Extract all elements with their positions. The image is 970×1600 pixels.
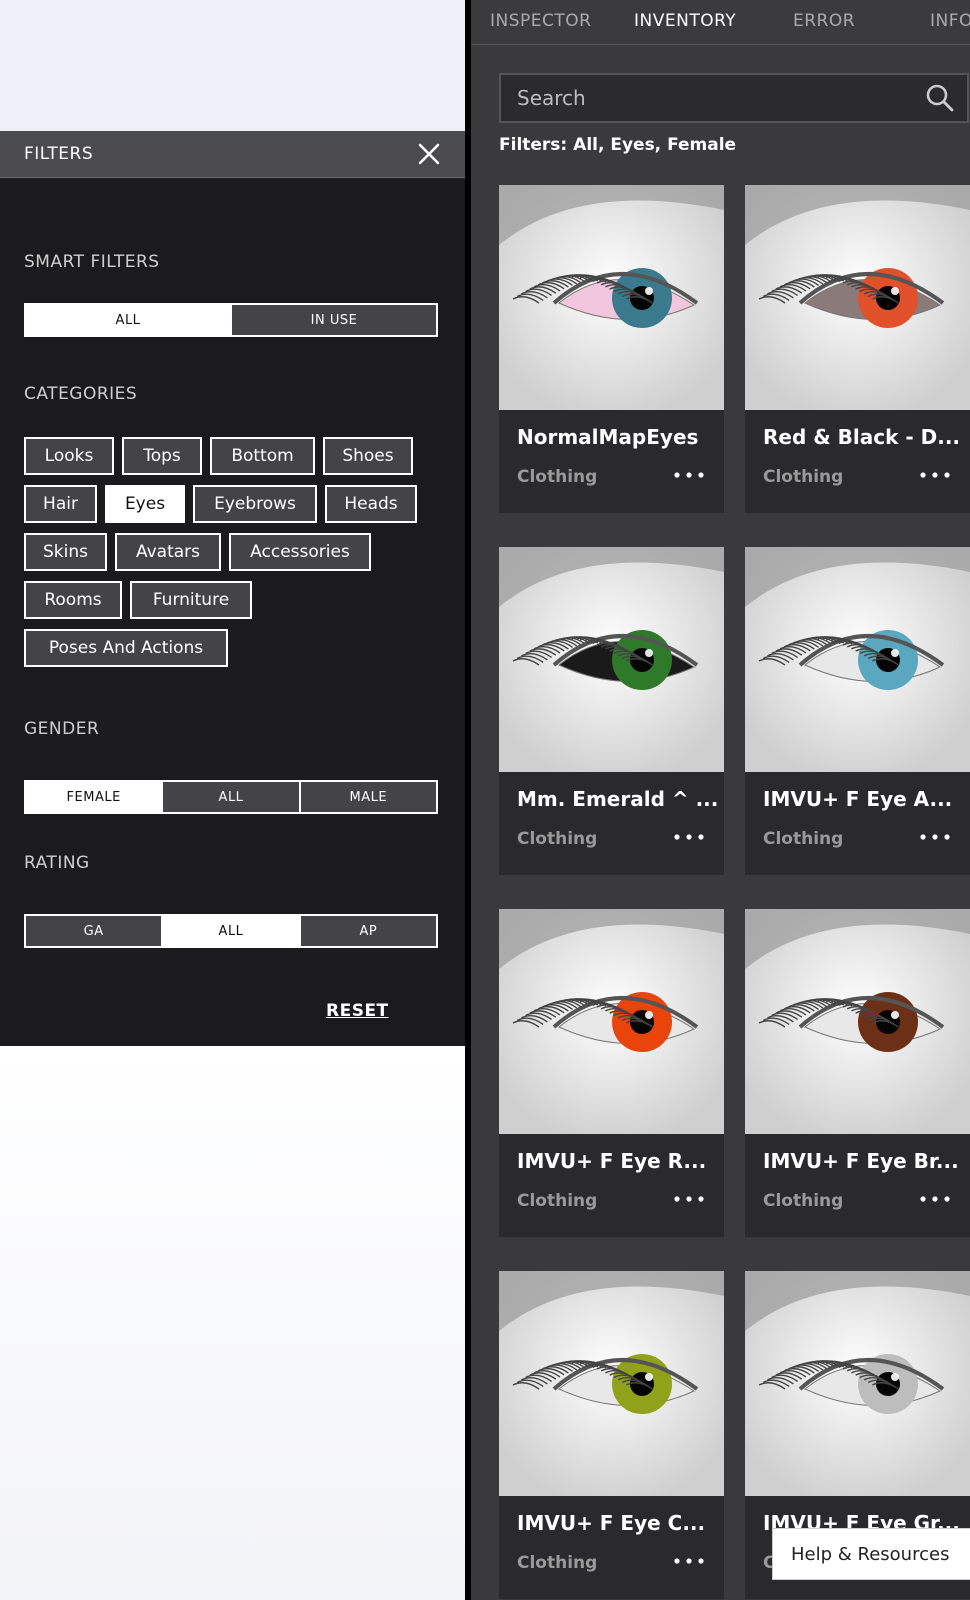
item-card[interactable]: Mm. Emerald ^ ... Clothing [499,547,724,875]
more-options-icon[interactable] [669,1551,709,1571]
smart-filter-option-in-use[interactable]: IN USE [230,305,436,335]
category-chip-heads[interactable]: Heads [325,485,417,523]
tab-inspector[interactable]: INSPECTOR [490,11,591,31]
gender-option-all[interactable]: ALL [161,782,299,812]
category-chip-accessories[interactable]: Accessories [229,533,371,571]
category-chip-bottom[interactable]: Bottom [210,437,315,475]
item-type: Clothing [763,467,844,487]
active-filters: Filters: All, Eyes, Female [499,135,736,155]
tab-info[interactable]: INFO [930,11,970,31]
categories-label: CATEGORIES [24,384,138,404]
eye-thumbnail [745,185,970,410]
more-options-icon[interactable] [915,1189,955,1209]
item-card[interactable]: IMVU+ F Eye Br... Clothing [745,909,970,1237]
gender-option-male[interactable]: MALE [298,782,436,812]
item-name: NormalMapEyes [517,425,699,449]
category-chip-hair[interactable]: Hair [24,485,97,523]
item-type: Clothing [763,1191,844,1211]
eye-thumbnail [499,185,724,410]
eye-thumbnail [499,547,724,772]
category-chip-looks[interactable]: Looks [24,437,114,475]
gender-label: GENDER [24,719,100,739]
more-options-icon[interactable] [915,465,955,485]
category-chip-avatars[interactable]: Avatars [115,533,221,571]
category-chip-skins[interactable]: Skins [24,533,107,571]
more-options-icon[interactable] [669,1189,709,1209]
smart-filter-option-all[interactable]: ALL [26,305,230,335]
search-icon[interactable] [925,83,955,113]
category-chip-eyes[interactable]: Eyes [105,485,185,523]
item-name: Red & Black - D... [763,425,961,449]
item-card[interactable]: NormalMapEyes Clothing [499,185,724,513]
rating-label: RATING [24,853,90,873]
left-background-bottom [0,1046,465,1600]
search-input[interactable] [501,85,925,111]
rating-option-ga[interactable]: GA [26,916,162,946]
item-name: IMVU+ F Eye R... [517,1149,707,1173]
category-chip-poses-and-actions[interactable]: Poses And Actions [24,629,228,667]
tab-inventory[interactable]: INVENTORY [634,11,736,31]
eye-thumbnail [499,909,724,1134]
eye-thumbnail [745,909,970,1134]
more-options-icon[interactable] [915,827,955,847]
more-options-icon[interactable] [669,827,709,847]
help-resources-button[interactable]: Help & Resources [772,1528,970,1580]
tab-bar: INSPECTOR INVENTORY ERROR INFO [471,0,970,45]
left-background-top [0,0,465,131]
item-type: Clothing [517,829,598,849]
gender-toggle: FEMALE ALL MALE [24,780,438,814]
inventory-panel: INSPECTOR INVENTORY ERROR INFO Filters: … [471,0,970,1600]
smart-filters-toggle: ALL IN USE [24,303,438,337]
eye-thumbnail [745,1271,970,1496]
eye-thumbnail [745,547,970,772]
search-box [499,73,969,123]
eye-thumbnail [499,1271,724,1496]
gender-option-female[interactable]: FEMALE [26,782,162,812]
more-options-icon[interactable] [669,465,709,485]
category-chip-shoes[interactable]: Shoes [323,437,413,475]
item-name: IMVU+ F Eye A... [763,787,953,811]
item-type: Clothing [517,467,598,487]
item-card[interactable]: IMVU+ F Eye C... Clothing [499,1271,724,1599]
rating-option-all[interactable]: ALL [161,916,299,946]
filters-panel: FILTERS SMART FILTERS ALL IN USE CATEGORI… [0,131,465,1046]
rating-toggle: GA ALL AP [24,914,438,948]
category-chip-tops[interactable]: Tops [122,437,202,475]
rating-option-ap[interactable]: AP [298,916,436,946]
reset-button[interactable]: RESET [326,1001,389,1021]
filters-title: FILTERS [24,144,94,164]
item-type: Clothing [517,1553,598,1573]
smart-filters-label: SMART FILTERS [24,252,160,272]
close-icon[interactable] [417,142,441,166]
item-type: Clothing [763,829,844,849]
item-name: IMVU+ F Eye C... [517,1511,706,1535]
item-type: Clothing [517,1191,598,1211]
category-chip-furniture[interactable]: Furniture [130,581,252,619]
item-card[interactable]: Red & Black - D... Clothing [745,185,970,513]
item-card[interactable]: IMVU+ F Eye R... Clothing [499,909,724,1237]
tab-error[interactable]: ERROR [793,11,855,31]
item-name: Mm. Emerald ^ ... [517,787,717,811]
category-chip-eyebrows[interactable]: Eyebrows [193,485,317,523]
active-filters-label: Filters: [499,135,568,155]
active-filters-value: All, Eyes, Female [573,135,737,155]
item-name: IMVU+ F Eye Br... [763,1149,959,1173]
category-chip-rooms[interactable]: Rooms [24,581,122,619]
filters-header: FILTERS [0,131,465,178]
item-card[interactable]: IMVU+ F Eye A... Clothing [745,547,970,875]
